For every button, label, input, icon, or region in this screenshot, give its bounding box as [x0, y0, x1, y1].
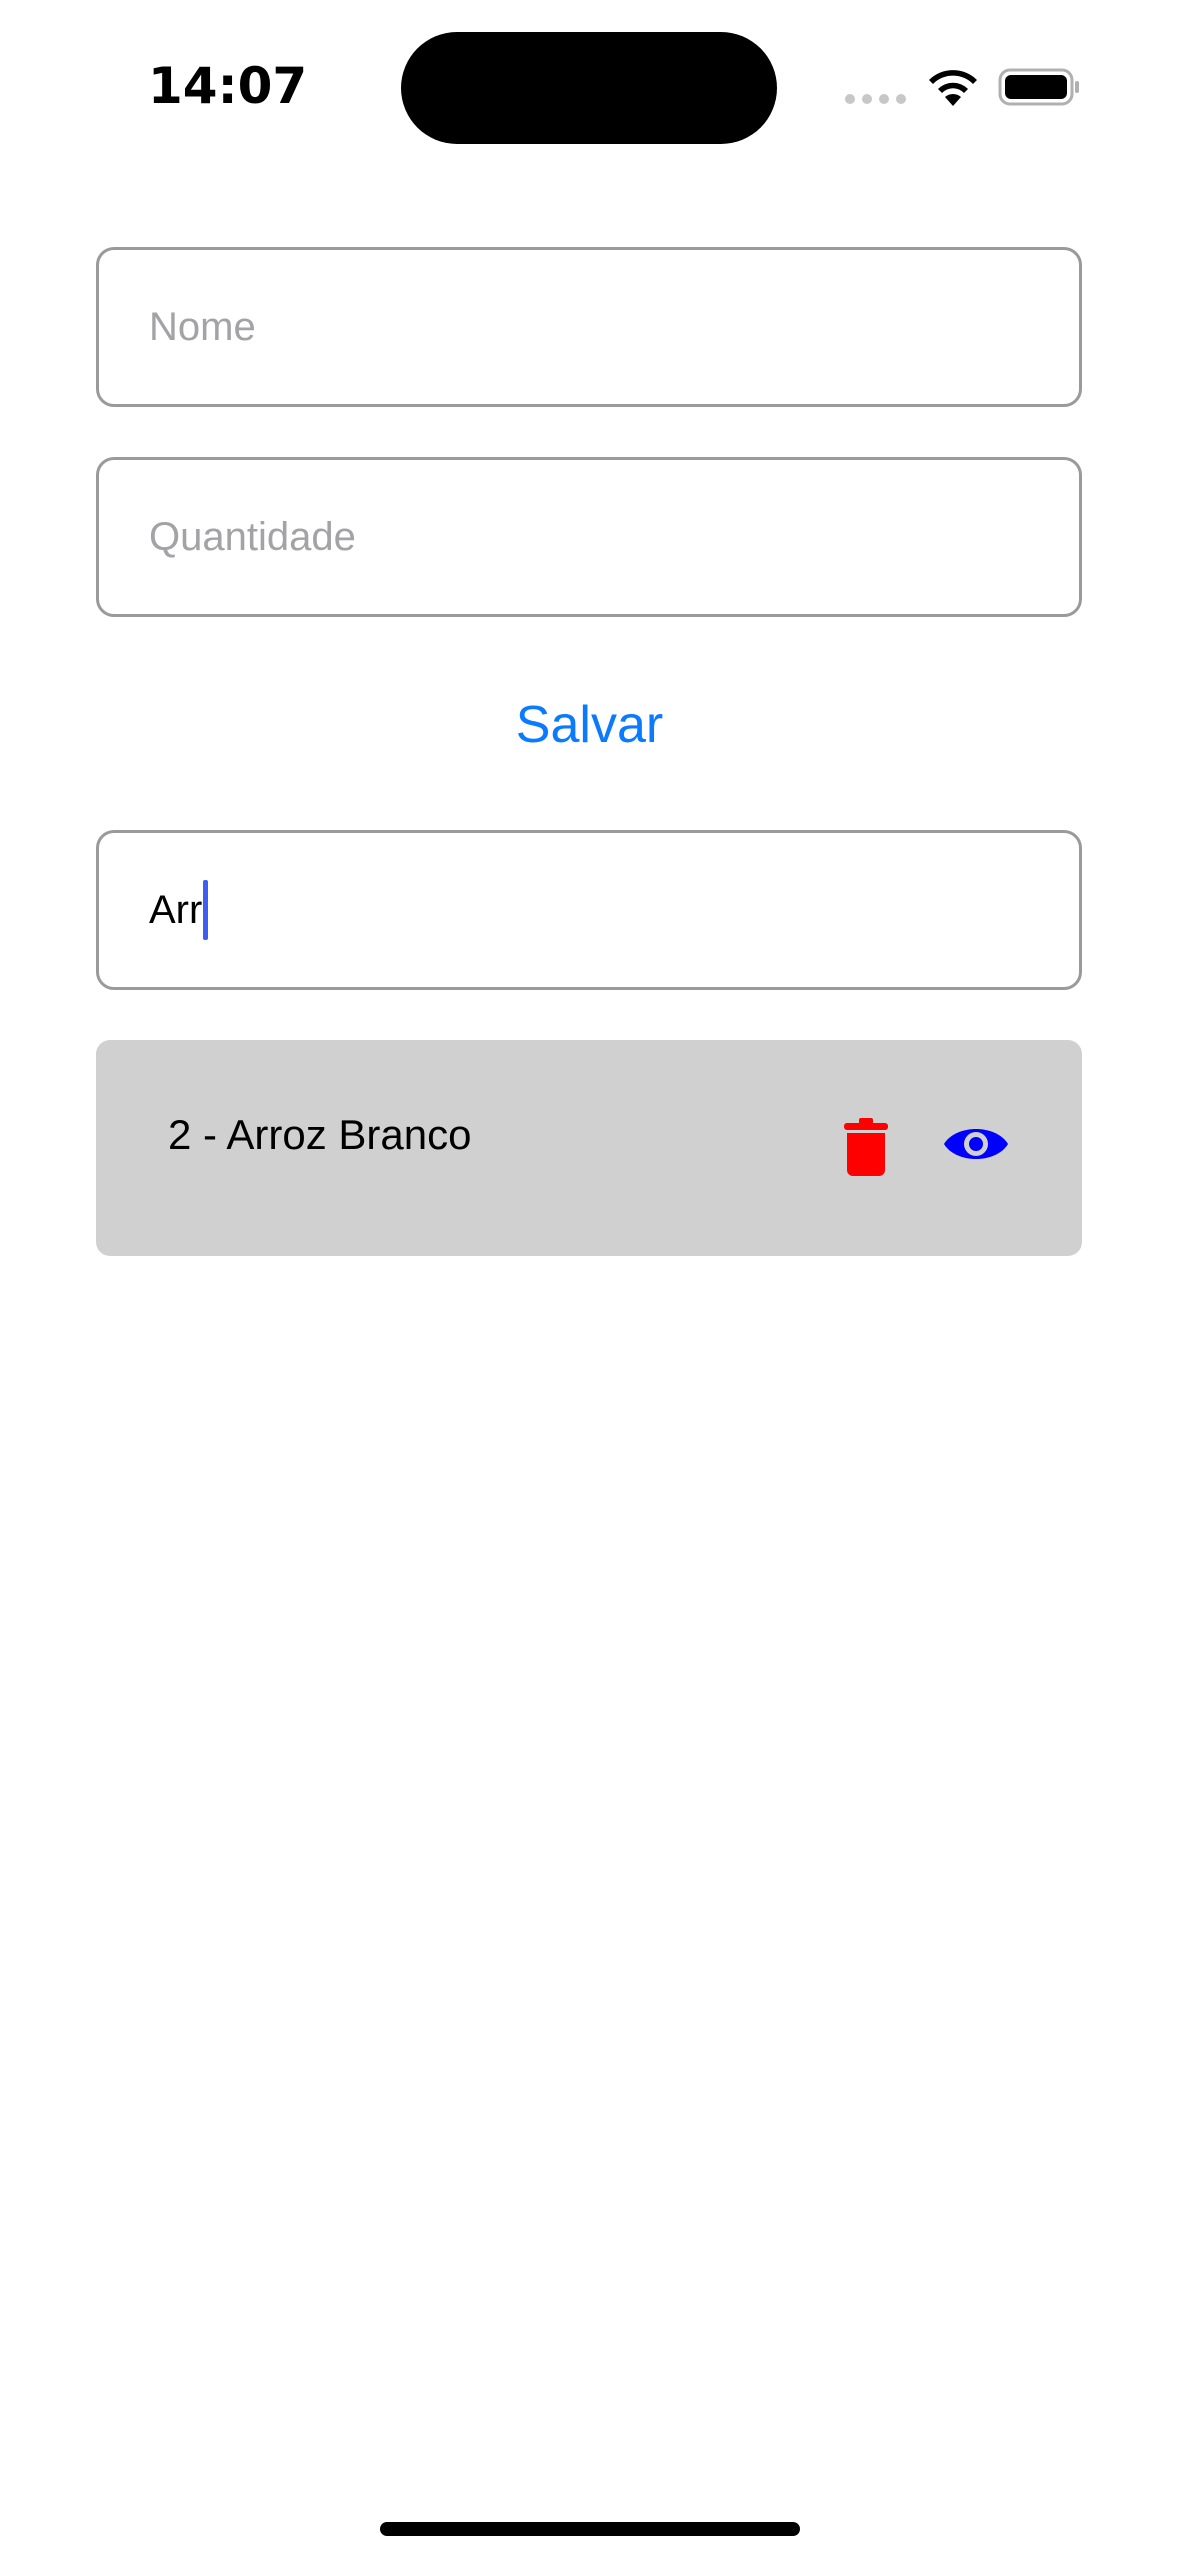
dynamic-island [401, 32, 777, 144]
wifi-icon [929, 70, 977, 106]
battery-icon [998, 68, 1079, 106]
eye-icon[interactable] [942, 1120, 1010, 1168]
search-value: Arr [149, 880, 209, 940]
search-input[interactable]: Arr [96, 830, 1082, 990]
list-item-label: 2 - Arroz Branco [168, 1111, 472, 1158]
home-indicator [380, 2522, 800, 2536]
search-value-text: Arr [149, 887, 203, 932]
quantidade-input[interactable]: Quantidade [96, 457, 1082, 617]
cellular-signal-icon [845, 94, 906, 104]
nome-placeholder: Nome [149, 304, 256, 349]
status-bar: 14:07 [0, 0, 1179, 175]
quantidade-placeholder: Quantidade [149, 514, 356, 559]
status-time: 14:07 [148, 57, 308, 115]
trash-icon[interactable] [844, 1118, 888, 1176]
text-caret [203, 880, 209, 940]
nome-input[interactable]: Nome [96, 247, 1082, 407]
list-item[interactable]: 2 - Arroz Branco [96, 1040, 1082, 1256]
save-button[interactable]: Salvar [0, 690, 1179, 760]
